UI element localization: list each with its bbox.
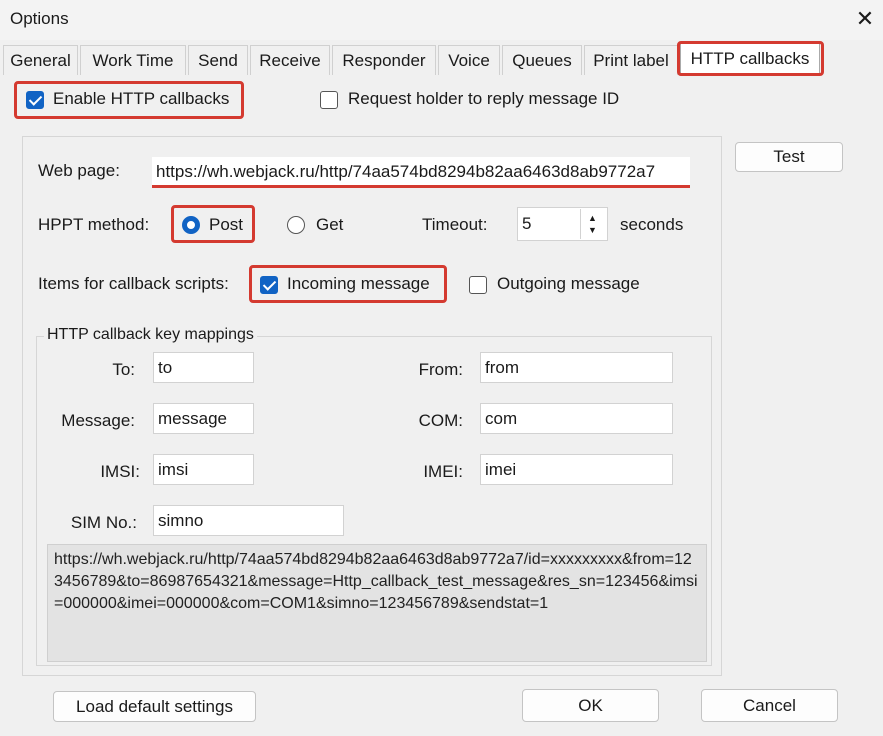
tab-work-time[interactable]: Work Time xyxy=(80,45,186,75)
from-field[interactable]: from xyxy=(480,352,673,383)
highlight-web-page xyxy=(152,185,690,188)
highlight-post xyxy=(171,205,255,243)
imei-field[interactable]: imei xyxy=(480,454,673,485)
close-icon[interactable]: ✕ xyxy=(850,4,880,34)
imsi-field[interactable]: imsi xyxy=(153,454,254,485)
tab-voice[interactable]: Voice xyxy=(438,45,500,75)
spin-up-icon[interactable]: ▲ xyxy=(588,213,597,223)
seconds-label: seconds xyxy=(620,215,684,234)
tab-general[interactable]: General xyxy=(3,45,78,75)
get-radio[interactable] xyxy=(287,216,305,234)
title-bar xyxy=(0,0,883,40)
request-holder-label: Request holder to reply message ID xyxy=(348,89,620,108)
mappings-title: HTTP callback key mappings xyxy=(44,326,257,344)
from-label: From: xyxy=(418,360,463,379)
com-field[interactable]: com xyxy=(480,403,673,434)
timeout-label: Timeout: xyxy=(422,215,488,234)
tab-receive[interactable]: Receive xyxy=(250,45,330,75)
com-label: COM: xyxy=(418,411,463,430)
timeout-spinner[interactable]: ▲ ▼ xyxy=(580,209,606,239)
message-field[interactable]: message xyxy=(153,403,254,434)
request-holder-checkbox[interactable] xyxy=(320,91,338,109)
web-page-label: Web page: xyxy=(38,161,120,180)
simno-field[interactable]: simno xyxy=(153,505,344,536)
to-label: To: xyxy=(112,360,135,379)
ok-button[interactable]: OK xyxy=(522,689,659,722)
cancel-button[interactable]: Cancel xyxy=(701,689,838,722)
imsi-label: IMSI: xyxy=(100,462,140,481)
web-page-input[interactable]: https://wh.webjack.ru/http/74aa574bd8294… xyxy=(152,157,690,188)
method-label: HPPT method: xyxy=(38,215,150,234)
tab-send[interactable]: Send xyxy=(188,45,248,75)
highlight-tab xyxy=(677,41,824,76)
message-label: Message: xyxy=(61,411,135,430)
tab-responder[interactable]: Responder xyxy=(332,45,436,75)
get-label: Get xyxy=(316,215,344,234)
load-default-settings-button[interactable]: Load default settings xyxy=(53,691,256,722)
to-field[interactable]: to xyxy=(153,352,254,383)
test-button[interactable]: Test xyxy=(735,142,843,172)
window-title: Options xyxy=(10,9,69,28)
imei-label: IMEI: xyxy=(423,462,463,481)
spin-down-icon[interactable]: ▼ xyxy=(588,225,597,235)
outgoing-message-label: Outgoing message xyxy=(497,274,640,293)
callback-url-preview: https://wh.webjack.ru/http/74aa574bd8294… xyxy=(47,544,707,662)
tab-queues[interactable]: Queues xyxy=(502,45,582,75)
highlight-incoming xyxy=(249,265,447,303)
highlight-enable xyxy=(14,81,244,119)
tab-print-label[interactable]: Print label xyxy=(584,45,678,75)
simno-label: SIM No.: xyxy=(70,513,137,532)
outgoing-message-checkbox[interactable] xyxy=(469,276,487,294)
items-label: Items for callback scripts: xyxy=(38,274,229,293)
